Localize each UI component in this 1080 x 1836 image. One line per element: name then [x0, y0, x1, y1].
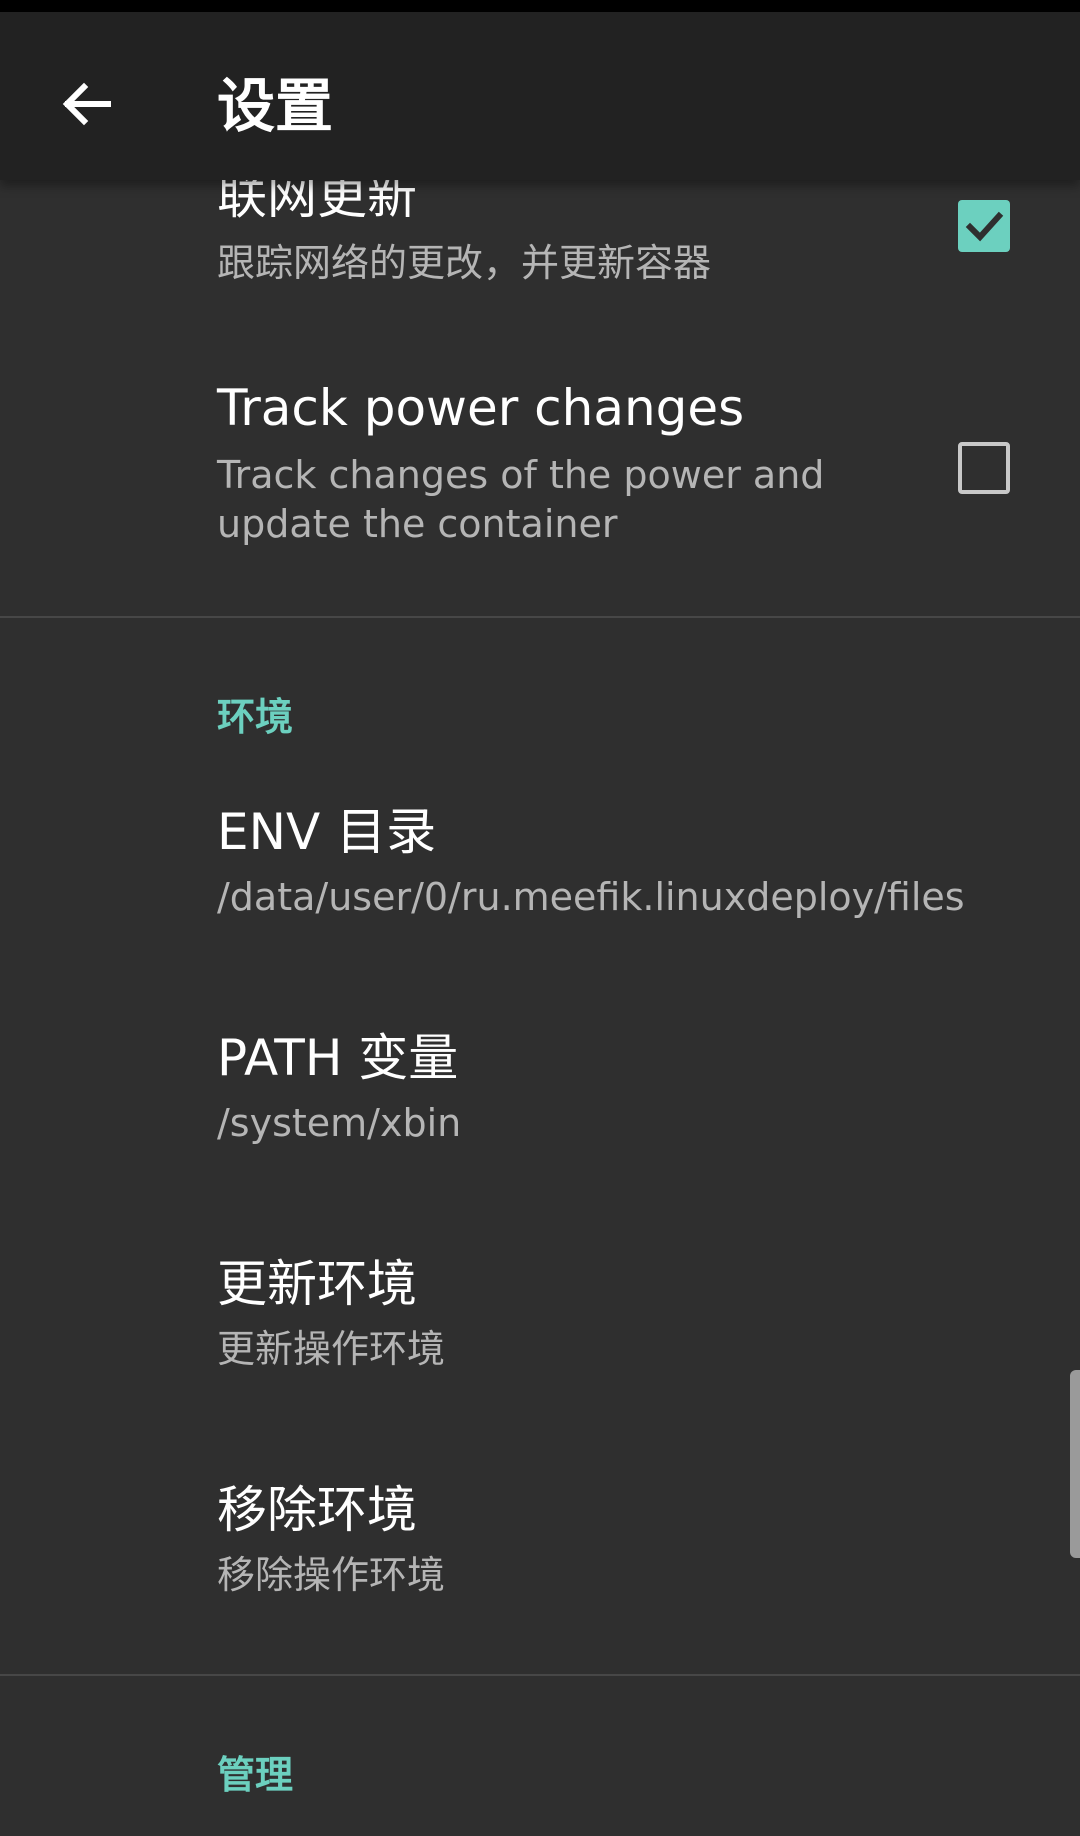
- scrollbar-handle[interactable]: [1070, 1370, 1080, 1558]
- status-bar: [0, 0, 1080, 12]
- settings-list: 联网更新 跟踪网络的更改，并更新容器 Track power changes T…: [0, 167, 1080, 1836]
- section-divider: [0, 1674, 1080, 1676]
- section-divider: [0, 616, 1080, 618]
- arrow-back-icon: [60, 78, 112, 134]
- pref-network-update[interactable]: 联网更新 跟踪网络的更改，并更新容器: [0, 167, 1080, 350]
- pref-title: 更新环境: [217, 1255, 417, 1313]
- pref-update-environment[interactable]: 更新环境 更新操作环境: [0, 1242, 1080, 1452]
- pref-summary: 跟踪网络的更改，并更新容器: [217, 241, 712, 285]
- pref-summary-line1: Track changes of the power and: [217, 453, 825, 497]
- pref-summary: 更新操作环境: [217, 1327, 446, 1371]
- pref-env-directory[interactable]: ENV 目录 /data/user/0/ru.meefik.linuxdeplo…: [0, 790, 1080, 1000]
- pref-title: ENV 目录: [217, 803, 437, 861]
- pref-remove-environment[interactable]: 移除环境 移除操作环境: [0, 1468, 1080, 1678]
- pref-title: PATH 变量: [217, 1029, 459, 1087]
- section-header-management: 管理: [217, 1753, 294, 1797]
- page-title: 设置: [217, 72, 334, 140]
- app-bar: 设置: [0, 12, 1080, 180]
- network-update-checkbox[interactable]: [958, 200, 1010, 252]
- checkmark-icon: [965, 211, 1004, 242]
- pref-track-power[interactable]: Track power changes Track changes of the…: [0, 370, 1080, 600]
- pref-title: Track power changes: [217, 379, 745, 437]
- pref-path-variable[interactable]: PATH 变量 /system/xbin: [0, 1016, 1080, 1226]
- pref-title: 移除环境: [217, 1481, 417, 1539]
- section-header-environment: 环境: [217, 695, 294, 739]
- back-button[interactable]: [40, 60, 132, 152]
- pref-summary: 移除操作环境: [217, 1553, 446, 1597]
- pref-summary-line2: update the container: [217, 502, 618, 546]
- pref-summary: /system/xbin: [217, 1101, 462, 1145]
- track-power-checkbox[interactable]: [958, 442, 1010, 494]
- pref-summary: /data/user/0/ru.meefik.linuxdeploy/files: [217, 875, 965, 919]
